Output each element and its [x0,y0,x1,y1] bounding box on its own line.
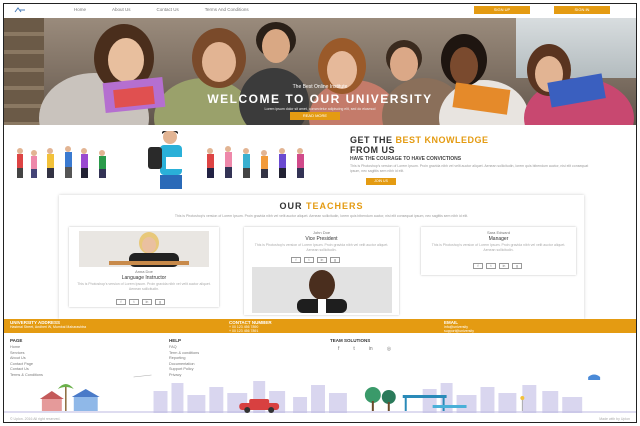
nav-link-terms[interactable]: Terms And Conditions [205,7,249,12]
teacher-socials: f t in g [116,299,165,305]
made-by-text: Made with by Uplon [599,417,630,421]
join-us-button[interactable]: JOIN US [366,178,396,185]
knowledge-subtitle: HAVE THE COURAGE TO HAVE CONVICTIONS [350,156,462,162]
twitter-icon[interactable]: t [129,299,139,305]
teacher-role: Manager [488,236,509,242]
email-block: EMAIL info@university support@university [444,320,474,333]
teachers-section: OUR TEACHERS This is Photoshop's version… [59,195,584,319]
knowledge-section: GET THE BEST KNOWLEDGE FROM US HAVE THE … [4,125,636,195]
teacher-bio: This is Photoshop's version of Lorem Ips… [77,282,211,291]
linkedin-icon[interactable]: in [369,346,373,352]
hero-subtitle: The Best Online Institute [292,84,348,90]
hero-description: Lorem ipsum dolor sit amet, consectetur … [264,107,376,111]
teacher-role: Language Instructor [121,275,167,281]
teachers-heading: OUR TEACHERS [59,201,584,211]
teacher-name: John Doe [312,230,331,235]
nav-links: Home About Us Contact Us Terms And Condi… [74,7,275,12]
google-icon[interactable]: g [155,299,165,305]
signin-button[interactable]: SIGN IN [554,6,610,14]
twitter-icon[interactable]: t [353,346,354,352]
hero-banner: The Best Online Institute WELCOME TO OUR… [4,18,636,125]
teachers-heading-prefix: OUR [279,201,306,211]
nav-link-about[interactable]: About Us [112,7,131,12]
instagram-icon[interactable]: ◎ [387,346,391,352]
read-more-button[interactable]: READ MORE [290,112,340,120]
linkedin-icon[interactable]: in [317,257,327,263]
logo-icon[interactable] [14,7,26,13]
knowledge-title-prefix: GET THE [350,135,396,145]
teacher-photo [79,231,209,267]
signup-button[interactable]: SIGN UP [474,6,530,14]
top-navigation: Home About Us Contact Us Terms And Condi… [4,4,636,18]
teacher-socials: f t in g [291,257,340,263]
teachers-description: This is Photoshop's version of Lorem Ips… [174,214,469,218]
contact-number-block: CONTACT NUMBER + 00 123 456 7890 + 00 12… [229,320,272,333]
footer-page-column: PAGE Home Services About Us Contact Page… [10,338,43,378]
footer-help-column: HELP FAQ Term & conditions Reporting Doc… [169,338,199,378]
linkedin-icon[interactable]: in [499,263,509,269]
google-icon[interactable]: g [330,257,340,263]
footer: PAGE Home Services About Us Contact Page… [4,333,636,422]
twitter-icon[interactable]: t [304,257,314,263]
facebook-icon[interactable]: f [116,299,126,305]
footer-bottom-bar: © Uplon. 2016 All right reserved. Made w… [4,416,636,422]
twitter-icon[interactable]: t [486,263,496,269]
footer-help-heading: HELP [169,338,182,343]
address-block: UNIVERSITY ADDRESS Hastmal Street, Andhe… [10,320,86,329]
teacher-name: Sara Edward [486,230,511,235]
footer-page-heading: PAGE [10,338,23,343]
teacher-photo [252,267,392,313]
nav-link-home[interactable]: Home [74,7,86,12]
city-skyline-illustration [4,374,636,413]
teacher-card: John Doe Vice President This is Photosho… [244,227,399,315]
hero-title: WELCOME TO OUR UNIVERSITY [207,92,433,106]
teacher-bio: This is Photoshop's version of Lorem Ips… [431,243,566,252]
students-crowd-image [17,131,304,189]
knowledge-title: GET THE BEST KNOWLEDGE FROM US [350,135,489,155]
nav-link-contact[interactable]: Contact Us [157,7,179,12]
facebook-icon[interactable]: f [338,346,339,352]
teacher-socials: f t in g [473,263,522,269]
teacher-bio: This is Photoshop's version of Lorem Ips… [254,243,389,252]
facebook-icon[interactable]: f [291,257,301,263]
google-icon[interactable]: g [512,263,522,269]
knowledge-body: This is Photoshop's version of Lorem Ips… [350,164,589,173]
linkedin-icon[interactable]: in [142,299,152,305]
page-frame: Home About Us Contact Us Terms And Condi… [3,3,637,423]
contact-strip: UNIVERSITY ADDRESS Hastmal Street, Andhe… [4,319,636,333]
teachers-heading-accent: TEACHERS [305,201,364,211]
footer-team-column: TEAM SOLUTIONS [330,338,370,345]
teacher-role: Vice President [305,236,338,242]
facebook-icon[interactable]: f [473,263,483,269]
teacher-card: Anna Doe Language Instructor This is Pho… [69,227,219,307]
knowledge-title-suffix: FROM US [350,145,395,155]
footer-team-heading: TEAM SOLUTIONS [330,338,371,343]
teacher-name: Anna Doe [135,269,153,274]
footer-socials: f t in ◎ [338,346,391,352]
address-value: Hastmal Street, Andheri W, Mumbai Mahara… [10,325,87,329]
teacher-card: Sara Edward Manager This is Photoshop's … [421,227,576,275]
knowledge-title-accent: BEST KNOWLEDGE [395,135,489,145]
copyright-text: © Uplon. 2016 All right reserved. [10,417,61,421]
